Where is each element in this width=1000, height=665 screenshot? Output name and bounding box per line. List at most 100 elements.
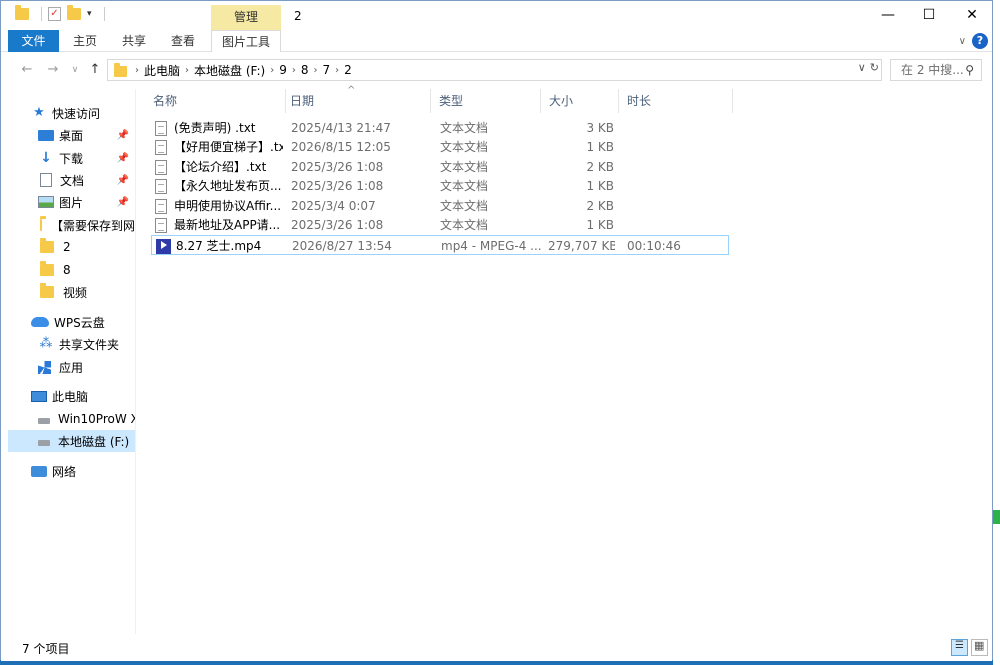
- file-size: 3 KB: [586, 121, 614, 135]
- column-header-name[interactable]: 名称: [145, 89, 286, 113]
- file-row[interactable]: (免责声明) .txt 2025/4/13 21:47 文本文档 3 KB: [151, 118, 729, 138]
- file-name: (免责声明) .txt: [174, 121, 256, 135]
- ribbon-tabs: 文件 主页 共享 查看 图片工具 ∨ ?: [1, 30, 992, 52]
- explorer-window: ✓ ▾ 管理 2 — ☐ ✕ 文件 主页 共享 查看 图片工具 ∨ ? ← → …: [0, 0, 993, 661]
- breadcrumb-this-pc[interactable]: 此电脑: [139, 62, 185, 79]
- file-row[interactable]: 【论坛介绍】.txt 2025/3/26 1:08 文本文档 2 KB: [151, 157, 729, 177]
- manage-context-tab[interactable]: 管理: [211, 5, 281, 30]
- breadcrumb-drive-f[interactable]: 本地磁盘 (F:): [189, 62, 270, 79]
- address-bar[interactable]: › 此电脑 › 本地磁盘 (F:) › 9 › 8 › 7 › 2 ∨ ↻: [107, 59, 882, 81]
- details-view-button[interactable]: [951, 639, 968, 656]
- customize-toolbar-icon[interactable]: ▾: [87, 9, 92, 19]
- breadcrumb-8[interactable]: 8: [296, 63, 314, 77]
- search-placeholder: 在 2 中搜...: [901, 63, 964, 77]
- file-row[interactable]: 【好用便宜梯子】.txt 2026/8/15 12:05 文本文档 1 KB: [151, 137, 729, 157]
- file-type: 文本文档: [440, 140, 489, 154]
- sidebar-item-system-drive[interactable]: Win10ProW X: [38, 408, 135, 430]
- item-count: 7 个项目: [22, 642, 70, 656]
- large-icons-view-button[interactable]: [971, 639, 988, 656]
- sidebar-item-folder-2[interactable]: 2: [38, 236, 135, 258]
- file-date: 2026/8/15 12:05: [291, 140, 391, 154]
- pin-icon: 📌: [116, 174, 129, 186]
- sidebar-item-label: 文档: [60, 173, 85, 188]
- file-duration: [626, 118, 706, 138]
- file-type: 文本文档: [440, 179, 489, 193]
- navigation-pane: ★ 快速访问 桌面 📌 ↓ 下载 📌 文档 📌 图片 📌 【需要保存到网 2 8…: [1, 89, 135, 634]
- tab-share[interactable]: 共享: [116, 30, 152, 52]
- recent-locations-button[interactable]: ∨: [66, 60, 84, 80]
- sidebar-item-shared-folder[interactable]: ⁂ 共享文件夹: [38, 333, 135, 355]
- file-date: 2025/3/26 1:08: [291, 218, 384, 232]
- file-size: 1 KB: [586, 218, 614, 232]
- sidebar-item-label: WPS云盘: [54, 315, 105, 330]
- window-title: 2: [294, 9, 302, 23]
- file-duration: [626, 215, 706, 235]
- sidebar-item-apps[interactable]: 应用: [38, 356, 135, 378]
- properties-icon[interactable]: ✓: [48, 7, 61, 21]
- new-folder-icon[interactable]: [67, 5, 81, 20]
- tab-home[interactable]: 主页: [67, 30, 103, 52]
- picture-icon: [38, 196, 54, 208]
- file-name: 最新地址及APP请...: [174, 218, 281, 232]
- refresh-icon[interactable]: ↻: [870, 61, 879, 74]
- sidebar-item-folder-8[interactable]: 8: [38, 259, 135, 281]
- file-name: 【好用便宜梯子】.txt: [174, 140, 283, 154]
- file-row[interactable]: 【永久地址发布页... 2025/3/26 1:08 文本文档 1 KB: [151, 176, 729, 196]
- tab-view[interactable]: 查看: [165, 30, 201, 52]
- column-header-date[interactable]: 日期: [282, 89, 431, 113]
- forward-button[interactable]: →: [44, 60, 62, 80]
- column-header-type[interactable]: 类型: [431, 89, 541, 113]
- sidebar-item-documents[interactable]: 文档 📌: [40, 169, 135, 191]
- file-type: 文本文档: [440, 218, 489, 232]
- sidebar-item-quick-access[interactable]: ★ 快速访问: [31, 102, 135, 124]
- file-row[interactable]: 申明使用协议Affir... 2025/3/4 0:07 文本文档 2 KB: [151, 196, 729, 216]
- folder-icon: [40, 261, 54, 276]
- file-name: 【永久地址发布页...: [174, 179, 282, 193]
- sidebar-item-label: 8: [63, 263, 71, 277]
- file-list: ^ 名称 日期 类型 大小 时长 (免责声明) .txt 2025/4/13 2…: [137, 85, 992, 634]
- expand-ribbon-icon[interactable]: ∨: [959, 36, 966, 47]
- download-icon: ↓: [40, 150, 52, 166]
- status-bar: 7 个项目: [1, 634, 992, 661]
- cloud-icon: [31, 317, 49, 327]
- sidebar-item-label: 【需要保存到网: [50, 218, 135, 233]
- search-input[interactable]: 在 2 中搜... ⚲: [890, 59, 982, 81]
- breadcrumb-2[interactable]: 2: [339, 63, 357, 77]
- sidebar-item-desktop[interactable]: 桌面 📌: [38, 124, 135, 146]
- file-row-selected[interactable]: 8.27 芝士.mp4 2026/8/27 13:54 mp4 - MPEG-4…: [151, 235, 729, 255]
- column-header-size[interactable]: 大小: [541, 89, 619, 113]
- file-date: 2025/3/26 1:08: [291, 160, 384, 174]
- sidebar-item-label: Win10ProW X: [58, 412, 135, 426]
- folder-icon: [40, 283, 54, 298]
- file-date: 2025/3/26 1:08: [291, 179, 384, 193]
- file-date: 2025/3/4 0:07: [291, 199, 376, 213]
- sidebar-item-videos[interactable]: 视频: [38, 281, 135, 303]
- sidebar-item-wps-cloud[interactable]: WPS云盘: [31, 311, 135, 333]
- tab-file[interactable]: 文件: [8, 30, 59, 52]
- breadcrumb-9[interactable]: 9: [274, 63, 292, 77]
- close-button[interactable]: ✕: [958, 5, 986, 25]
- folder-icon: [15, 5, 29, 20]
- up-button[interactable]: ↑: [86, 60, 104, 80]
- sidebar-item-network[interactable]: 网络: [31, 460, 135, 482]
- tab-picture-tools[interactable]: 图片工具: [211, 30, 281, 52]
- title-bar: ✓ ▾ 管理 2 — ☐ ✕: [1, 1, 992, 30]
- sidebar-item-local-disk-f[interactable]: 本地磁盘 (F:): [8, 430, 135, 452]
- text-file-icon: [155, 198, 167, 214]
- pane-divider[interactable]: [135, 89, 136, 634]
- column-header-duration[interactable]: 时长: [619, 89, 733, 113]
- file-date: 2026/8/27 13:54: [292, 239, 392, 253]
- sidebar-item-save-folder[interactable]: 【需要保存到网: [38, 214, 135, 236]
- sidebar-item-downloads[interactable]: ↓ 下载 📌: [38, 147, 135, 169]
- help-icon[interactable]: ?: [972, 33, 988, 49]
- file-duration: [626, 157, 706, 177]
- breadcrumb-7[interactable]: 7: [318, 63, 336, 77]
- sidebar-item-pictures[interactable]: 图片 📌: [38, 191, 135, 213]
- drive-icon: [38, 418, 50, 424]
- back-button[interactable]: ←: [18, 60, 36, 80]
- file-row[interactable]: 最新地址及APP请... 2025/3/26 1:08 文本文档 1 KB: [151, 215, 729, 235]
- sidebar-item-this-pc[interactable]: 此电脑: [31, 385, 135, 407]
- maximize-button[interactable]: ☐: [915, 5, 943, 25]
- address-history-icon[interactable]: ∨: [858, 61, 866, 74]
- minimize-button[interactable]: —: [874, 5, 902, 25]
